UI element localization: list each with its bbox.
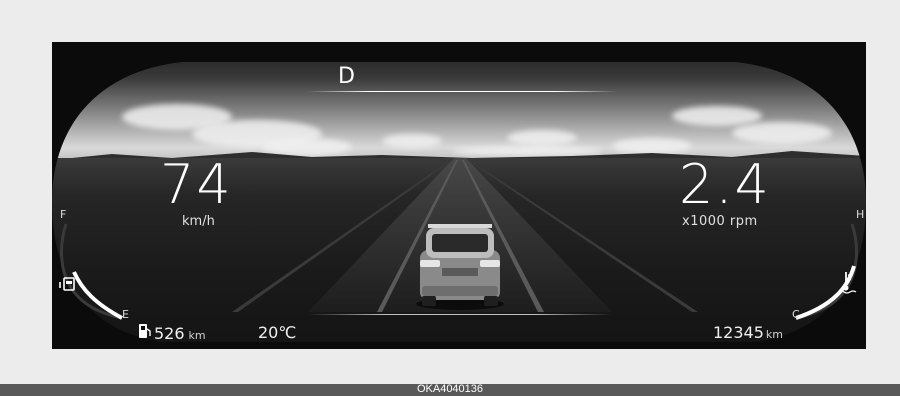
bottom-divider	[308, 314, 612, 315]
instrument-cluster: D 74 km/h 2.4 x1000 rpm F E H C 526 km 2…	[52, 42, 866, 349]
fuel-range-unit: km	[188, 329, 206, 342]
gear-indicator: D	[338, 64, 356, 89]
odometer: 12345 km	[713, 323, 783, 342]
odometer-unit: km	[765, 328, 783, 341]
temp-hot-label: H	[856, 208, 865, 221]
figure-caption: OKA4040136	[416, 383, 484, 395]
tachometer-value: 2.4	[679, 153, 771, 216]
gear-divider	[307, 91, 617, 92]
outside-temperature: 20℃	[258, 323, 297, 342]
odometer-value: 12345	[713, 323, 764, 342]
tachometer-unit: x1000 rpm	[682, 214, 758, 229]
temp-gauge	[795, 223, 858, 320]
speedometer-value: 74	[160, 153, 233, 216]
fuel-full-label: F	[60, 208, 67, 221]
fuel-range-value: 526	[154, 324, 185, 343]
vehicle-icon	[416, 224, 504, 310]
fuel-range: 526 km	[138, 323, 206, 343]
fuel-station-icon	[139, 324, 151, 338]
speedometer-unit: km/h	[182, 214, 215, 229]
temp-cold-label: C	[792, 308, 800, 321]
fuel-empty-label: E	[122, 308, 129, 321]
